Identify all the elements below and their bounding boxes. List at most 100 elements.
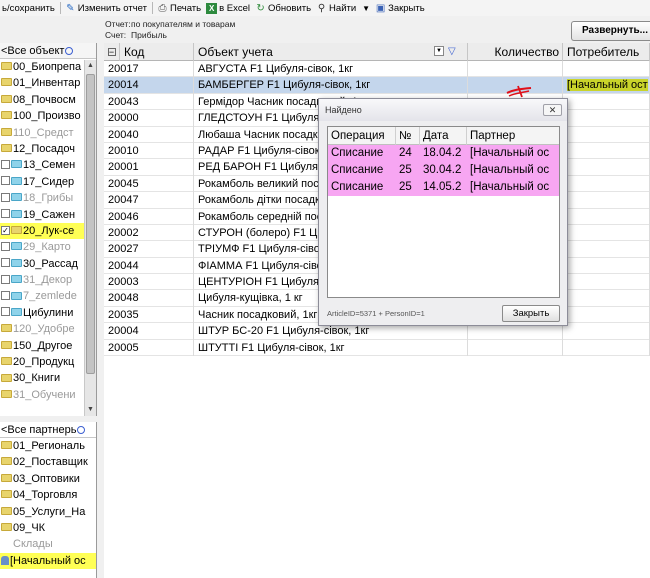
tree-item[interactable]: 00_Биопрепа bbox=[0, 59, 96, 75]
checkbox-checked-icon[interactable]: ✓ bbox=[1, 225, 10, 235]
folder-icon bbox=[11, 275, 22, 284]
cell-object: БАМБЕРГЕР F1 Цибуля-сівок, 1кг bbox=[194, 77, 468, 94]
tree-item[interactable]: 30_Рассад bbox=[0, 256, 96, 272]
checkbox-icon[interactable] bbox=[1, 274, 10, 284]
find-dropdown-arrow-icon[interactable]: ▼ bbox=[359, 4, 373, 13]
tree-item-label: 20_Лук-се bbox=[23, 224, 75, 237]
partner-item[interactable]: 04_Торговля bbox=[0, 487, 96, 503]
tree-item[interactable]: 30_Книги bbox=[0, 370, 96, 386]
folder-icon bbox=[1, 94, 12, 103]
tree-item-label: 31_Обучени bbox=[13, 388, 76, 401]
partner-item[interactable]: 03_Оптовики bbox=[0, 471, 96, 487]
checkbox-icon[interactable] bbox=[1, 159, 10, 169]
tree-item[interactable]: 01_Инвентар bbox=[0, 75, 96, 91]
found-row[interactable]: Списание 24 18.04.2 [Начальный ос bbox=[328, 145, 559, 162]
found-cell-op: Списание bbox=[331, 181, 384, 193]
tree-item[interactable]: 150_Другое bbox=[0, 338, 96, 354]
table-row[interactable]: 20005 ШТУТТІ F1 Цибуля-сівок, 1кг bbox=[104, 339, 650, 357]
partner-item[interactable]: [Начальный ос bbox=[0, 552, 96, 570]
tree-item[interactable]: ✓ 20_Лук-се bbox=[0, 222, 96, 240]
objects-tree-panel: <Все объект 00_Биопрепа 01_Инвентар 08_Поч… bbox=[0, 43, 97, 416]
refresh-button[interactable]: ↻ Обновить bbox=[253, 0, 314, 16]
checkbox-icon[interactable] bbox=[1, 241, 10, 251]
close-button[interactable]: ▣ Закрыть bbox=[373, 0, 428, 16]
partner-item[interactable]: 09_ЧК bbox=[0, 520, 96, 536]
dialog-close-icon[interactable]: ✕ bbox=[543, 104, 562, 116]
table-row[interactable]: 20014 БАМБЕРГЕР F1 Цибуля-сівок, 1кг [Нача… bbox=[104, 77, 650, 94]
save-button[interactable]: ь/сохранить bbox=[0, 0, 58, 16]
table-row[interactable]: 20017 АВГУСТА F1 Цибуля-сівок, 1кг bbox=[104, 61, 650, 78]
cell-consumer bbox=[563, 339, 650, 357]
column-header-code[interactable]: Код bbox=[120, 43, 194, 61]
report-info: Отчет:по покупателям и товарам Счет: Приб… bbox=[105, 19, 235, 41]
tree-item[interactable]: 17_Сидер bbox=[0, 174, 96, 190]
excel-button[interactable]: X в Excel bbox=[204, 0, 253, 16]
found-cell-num: 25 bbox=[399, 164, 412, 176]
tree-item[interactable]: 7_zemlede bbox=[0, 288, 96, 304]
tree-item[interactable]: 20_Продукц bbox=[0, 354, 96, 370]
tree-item[interactable]: 110_Средст bbox=[0, 125, 96, 141]
tree-item[interactable]: 08_Почвосм bbox=[0, 92, 96, 108]
objects-tree-header[interactable]: <Все объект bbox=[0, 43, 96, 59]
scroll-up-arrow-icon[interactable]: ▲ bbox=[85, 60, 96, 72]
close-door-icon: ▣ bbox=[375, 2, 386, 14]
found-row[interactable]: Списание 25 14.05.2 [Начальный ос bbox=[328, 179, 559, 196]
column-header-number[interactable]: № bbox=[396, 127, 420, 145]
partner-item[interactable]: 02_Поставщик bbox=[0, 454, 96, 470]
cell-consumer bbox=[563, 241, 650, 258]
partner-item-label: 04_Торговля bbox=[13, 489, 78, 502]
column-header-consumer[interactable]: Потребитель bbox=[563, 43, 650, 61]
tree-item[interactable]: 29_Карто bbox=[0, 239, 96, 255]
dialog-close-button[interactable]: Закрыть bbox=[502, 305, 560, 322]
edit-report-button[interactable]: ✎ Изменить отчет bbox=[63, 0, 150, 16]
tree-item[interactable]: 18_Грибы bbox=[0, 190, 96, 206]
expand-button[interactable]: Развернуть... bbox=[571, 21, 650, 41]
scroll-thumb[interactable] bbox=[86, 74, 95, 374]
dialog-title: Найдено bbox=[325, 105, 362, 115]
partner-item-label: 09_ЧК bbox=[13, 521, 46, 534]
printer-icon: ⎙ bbox=[158, 2, 167, 14]
found-cell-date: 14.05.2 bbox=[423, 181, 462, 193]
tree-item[interactable]: 12_Посадоч bbox=[0, 141, 96, 157]
tree-item[interactable]: Цибулини bbox=[0, 305, 96, 321]
found-cell-op: Списание bbox=[331, 164, 384, 176]
filter-funnel-icon[interactable]: ▽ bbox=[448, 43, 456, 61]
cell-consumer bbox=[563, 175, 650, 193]
checkbox-icon[interactable] bbox=[1, 291, 10, 301]
cell-consumer bbox=[563, 159, 650, 176]
checkbox-icon[interactable] bbox=[1, 258, 10, 268]
checkbox-icon[interactable] bbox=[1, 176, 10, 186]
scroll-down-arrow-icon[interactable]: ▼ bbox=[85, 404, 96, 416]
found-row[interactable]: Списание 25 30.04.2 [Начальный ос bbox=[328, 162, 559, 179]
partner-item[interactable]: 05_Услуги_На bbox=[0, 504, 96, 520]
cell-object: АВГУСТА F1 Цибуля-сівок, 1кг bbox=[194, 61, 468, 78]
find-button[interactable]: ⚲ Найти bbox=[314, 0, 359, 16]
column-header-date[interactable]: Дата bbox=[420, 127, 467, 145]
partner-item[interactable]: Склады bbox=[0, 536, 96, 552]
tree-item[interactable]: 120_Удобре bbox=[0, 321, 96, 337]
column-header-partner[interactable]: Партнер bbox=[467, 127, 561, 145]
partner-item-label: [Начальный ос bbox=[10, 554, 86, 567]
tree-item[interactable]: 31_Декор bbox=[0, 272, 96, 288]
checkbox-icon[interactable] bbox=[1, 209, 10, 219]
partners-tree-header[interactable]: <Все партнерь bbox=[0, 422, 96, 438]
tree-item[interactable]: 19_Сажен bbox=[0, 207, 96, 223]
tree-item[interactable]: 31_Обучени bbox=[0, 387, 96, 403]
column-header-object[interactable]: Объект учета ▼ ▽ bbox=[194, 43, 468, 61]
objects-scrollbar[interactable]: ▲ ▼ bbox=[84, 60, 96, 416]
grid-corner[interactable]: − bbox=[104, 43, 120, 61]
cell-code: 20043 bbox=[104, 93, 194, 111]
tree-item[interactable]: 100_Произво bbox=[0, 108, 96, 124]
report-label: Отчет: bbox=[105, 19, 131, 29]
column-header-quantity[interactable]: Количество bbox=[468, 43, 563, 61]
print-button[interactable]: ⎙ Печать bbox=[155, 0, 204, 16]
checkbox-icon[interactable] bbox=[1, 192, 10, 202]
cell-consumer bbox=[563, 224, 650, 242]
dialog-title-bar[interactable]: Найдено ✕ bbox=[319, 99, 567, 121]
dialog-footer-info: ArticleID=5371 + PersonID=1 bbox=[327, 309, 425, 318]
tree-item[interactable]: 13_Семен bbox=[0, 157, 96, 173]
partner-item[interactable]: 01_Региональ bbox=[0, 438, 96, 454]
column-header-operation[interactable]: Операция bbox=[328, 127, 396, 145]
filter-dropdown-icon[interactable]: ▼ bbox=[434, 46, 444, 56]
checkbox-icon[interactable] bbox=[1, 307, 10, 317]
